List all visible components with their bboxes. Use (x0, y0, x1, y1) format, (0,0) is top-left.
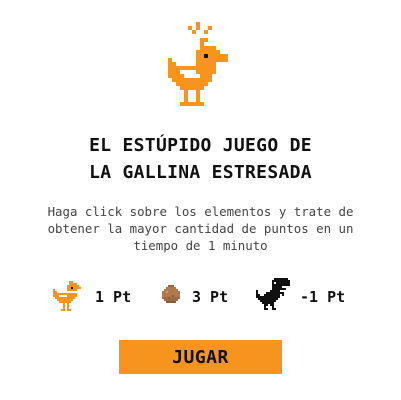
points-item-hen: 1 Pt (53, 280, 131, 314)
points-item-egg: 3 Pt (160, 280, 228, 314)
instructions-line-2: obtener la mayor cantidad de puntos en u… (47, 221, 354, 236)
play-button[interactable]: JUGAR (119, 340, 282, 374)
instructions: Haga click sobre los elementos y trate d… (20, 203, 381, 254)
egg-points-label: 3 Pt (192, 288, 229, 306)
hen-points-label: 1 Pt (95, 288, 132, 306)
dinosaur-icon (256, 278, 290, 316)
game-title-line-2: LA GALLINA ESTRESADA (89, 162, 312, 183)
dinosaur-points-label: -1 Pt (300, 288, 346, 306)
hen-icon (53, 279, 85, 315)
points-item-dinosaur: -1 Pt (256, 278, 346, 316)
egg-icon (160, 283, 182, 311)
points-legend: 1 Pt 3 Pt -1 Pt (0, 278, 401, 316)
stressed-hen-icon (164, 22, 236, 110)
instructions-line-3: tiempo de 1 minuto (133, 238, 268, 253)
game-title-line-1: EL ESTÚPIDO JUEGO DE (89, 135, 312, 156)
instructions-line-1: Haga click sobre los elementos y trate d… (47, 204, 354, 219)
